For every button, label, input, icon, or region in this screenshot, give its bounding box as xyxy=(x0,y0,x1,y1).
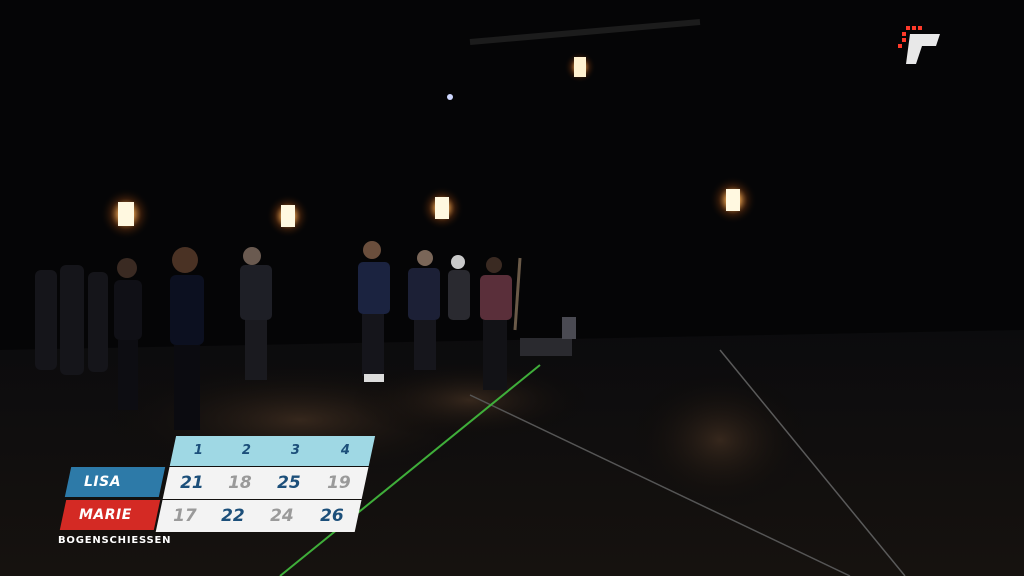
prosieben-logo-icon xyxy=(898,26,940,64)
arena-scene xyxy=(0,0,1024,576)
